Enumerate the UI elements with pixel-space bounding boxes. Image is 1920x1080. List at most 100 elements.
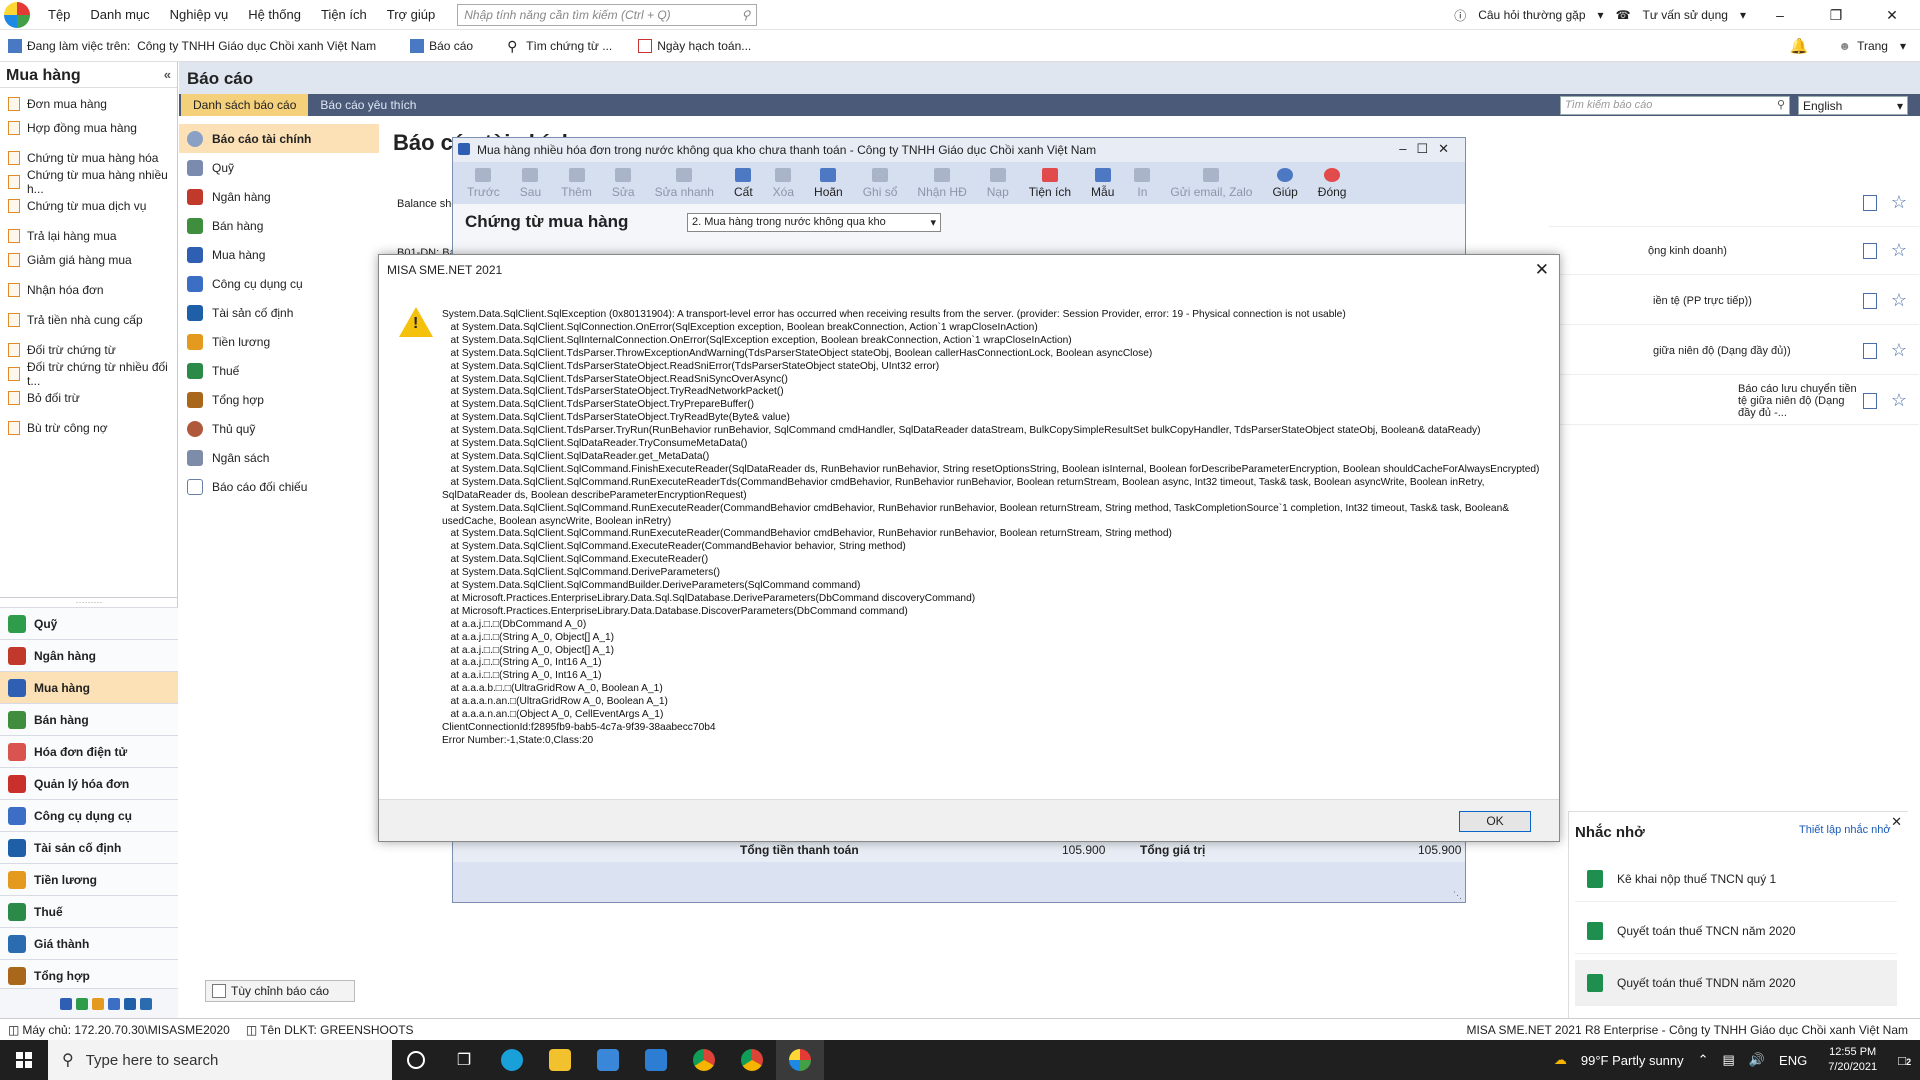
feature-search-input[interactable]: Nhập tính năng cần tìm kiếm (Ctrl + Q) ⚲ (457, 3, 758, 26)
view-report-icon[interactable] (1862, 392, 1877, 409)
close-button[interactable]: ✕ (1870, 7, 1914, 24)
sidebar-item-purchase-discount[interactable]: Giảm giá hàng mua (0, 248, 177, 272)
chrome-app[interactable] (680, 1040, 728, 1080)
category-general[interactable]: Tổng hợp (179, 385, 379, 414)
category-budget[interactable]: Ngân sách (179, 443, 379, 472)
chevron-up-icon[interactable]: ⌃ (1698, 1052, 1709, 1068)
sidebar-item-debt-clearing[interactable]: Bù trừ công nợ (0, 416, 177, 440)
search-icon[interactable]: ⚲ (1777, 98, 1785, 111)
restore-button[interactable]: ❐ (1814, 7, 1858, 24)
consult-link[interactable]: Tư vấn sử dụng (1643, 8, 1728, 22)
resize-grip-icon[interactable]: ⋱ (1453, 890, 1462, 901)
sidebar-item-offset-multi[interactable]: Đối trừ chứng từ nhiều đối t... (0, 360, 177, 388)
shortcut-icon[interactable] (140, 997, 152, 1010)
star-icon[interactable]: ☆ (1891, 240, 1907, 261)
report-search-input[interactable]: Tìm kiếm báo cáo ⚲ (1560, 96, 1790, 115)
toolbar-receive-invoice-button[interactable]: Nhận HĐ (907, 167, 976, 199)
posting-date-link[interactable]: Ngày hạch toán... (657, 39, 751, 53)
toolbar-next-button[interactable]: Sau (510, 167, 551, 199)
module-tools[interactable]: Công cụ dụng cụ (0, 799, 178, 831)
star-icon[interactable]: ☆ (1891, 192, 1907, 213)
start-button[interactable] (0, 1040, 48, 1080)
reminder-item[interactable]: Kê khai nộp thuế TNCN quý 1 (1575, 856, 1897, 902)
category-bank[interactable]: Ngân hàng (179, 182, 379, 211)
category-financial[interactable]: Báo cáo tài chính (179, 124, 379, 153)
language-indicator[interactable]: ENG (1779, 1053, 1807, 1068)
reminder-item[interactable]: Quyết toán thuế TNDN năm 2020 (1575, 960, 1897, 1006)
chevron-down-icon[interactable]: ▾ (930, 216, 936, 229)
toolbar-utilities-button[interactable]: Tiện ích (1019, 167, 1081, 199)
task-view-button[interactable]: ❐ (440, 1040, 488, 1080)
splitter-handle[interactable]: ········· (0, 597, 178, 607)
menu-catalog[interactable]: Danh mục (80, 0, 159, 30)
view-report-icon[interactable] (1862, 342, 1877, 359)
purchase-type-select[interactable]: 2. Mua hàng trong nước không qua kho ▾ (687, 212, 941, 232)
minimize-button[interactable]: – (1399, 141, 1416, 156)
category-treasurer[interactable]: Thủ quỹ (179, 414, 379, 443)
toolbar-send-email-button[interactable]: Gửi email, Zalo (1160, 167, 1262, 199)
chrome-app-2[interactable] (728, 1040, 776, 1080)
shortcut-icon[interactable] (92, 997, 104, 1010)
user-name[interactable]: Trang (1857, 39, 1888, 53)
bell-icon[interactable]: 🔔 (1790, 37, 1809, 55)
tab-report-list[interactable]: Danh sách báo cáo (181, 94, 309, 116)
sidebar-item-multi-purchase[interactable]: Chứng từ mua hàng nhiều h... (0, 168, 177, 196)
sidebar-item-service-purchase[interactable]: Chứng từ mua dịch vụ (0, 194, 177, 218)
star-icon[interactable]: ☆ (1891, 340, 1907, 361)
module-tax[interactable]: Thuế (0, 895, 178, 927)
customize-report-button[interactable]: Tùy chỉnh báo cáo (205, 980, 355, 1002)
report-link[interactable]: Báo cáo (429, 39, 473, 53)
module-fixed-assets[interactable]: Tài sản cố định (0, 831, 178, 863)
find-document-link[interactable]: Tìm chứng từ ... (526, 39, 612, 53)
menu-system[interactable]: Hệ thống (238, 0, 311, 30)
view-report-icon[interactable] (1862, 292, 1877, 309)
toolbar-template-button[interactable]: Mẫu (1081, 167, 1124, 199)
report-row[interactable]: giữa niên độ (Dạng đầy đủ)) ☆ (1549, 327, 1919, 375)
maximize-button[interactable]: ☐ (1416, 141, 1438, 156)
sidebar-item-receive-invoice[interactable]: Nhận hóa đơn (0, 278, 177, 302)
toolbar-quick-edit-button[interactable]: Sửa nhanh (645, 167, 724, 199)
toolbar-add-button[interactable]: Thêm (551, 167, 602, 199)
company-name[interactable]: Công ty TNHH Giáo dục Chồi xanh Việt Nam (137, 39, 376, 53)
chevron-down-icon[interactable]: ▾ (1900, 39, 1906, 53)
cortana-button[interactable] (392, 1040, 440, 1080)
menu-file[interactable]: Tệp (38, 0, 80, 30)
category-sales[interactable]: Bán hàng (179, 211, 379, 240)
module-purchase[interactable]: Mua hàng (0, 671, 178, 703)
menu-help[interactable]: Trợ giúp (377, 0, 446, 30)
weather-text[interactable]: 99°F Partly sunny (1581, 1053, 1684, 1068)
notification-button[interactable]: □ 2 (1898, 1053, 1911, 1068)
module-payroll[interactable]: Tiền lương (0, 863, 178, 895)
menu-operations[interactable]: Nghiệp vụ (160, 0, 239, 30)
close-icon[interactable]: ✕ (1891, 814, 1902, 830)
shortcut-icon[interactable] (60, 997, 72, 1010)
module-cash[interactable]: Quỹ (0, 607, 178, 639)
toolbar-edit-button[interactable]: Sửa (602, 167, 645, 199)
close-button[interactable]: ✕ (1438, 141, 1459, 156)
chevron-down-icon[interactable]: ▾ (1598, 8, 1604, 22)
category-reconciliation[interactable]: Báo cáo đối chiếu (179, 472, 379, 501)
star-icon[interactable]: ☆ (1891, 290, 1907, 311)
module-invoice-management[interactable]: Quản lý hóa đơn (0, 767, 178, 799)
shortcut-icon[interactable] (124, 997, 136, 1010)
sidebar-item-purchase-return[interactable]: Trả lại hàng mua (0, 224, 177, 248)
report-row[interactable]: iền tệ (PP trực tiếp)) ☆ (1549, 277, 1919, 325)
module-costing[interactable]: Giá thành (0, 927, 178, 959)
store-app[interactable] (584, 1040, 632, 1080)
toolbar-close-button[interactable]: Đóng (1308, 167, 1357, 199)
report-row[interactable]: Báo cáo lưu chuyển tiền tệ giữa niên độ … (1549, 377, 1919, 425)
shortcut-icon[interactable] (108, 997, 120, 1010)
volume-icon[interactable]: 🔊 (1749, 1052, 1765, 1068)
module-bank[interactable]: Ngân hàng (0, 639, 178, 671)
shortcut-icon[interactable] (76, 997, 88, 1010)
taskbar-search-input[interactable]: ⚲ Type here to search (48, 1040, 392, 1080)
toolbar-delete-button[interactable]: Xóa (763, 167, 804, 199)
toolbar-prev-button[interactable]: Trước (457, 167, 510, 199)
category-payroll[interactable]: Tiền lương (179, 327, 379, 356)
toolbar-post-button[interactable]: Ghi sổ (853, 167, 908, 199)
sidebar-item-pay-supplier[interactable]: Trả tiền nhà cung cấp (0, 308, 177, 332)
sidebar-item-remove-offset[interactable]: Bỏ đối trừ (0, 386, 177, 410)
faq-link[interactable]: Câu hỏi thường gặp (1478, 8, 1585, 22)
network-icon[interactable]: ▤ (1723, 1052, 1735, 1068)
minimize-button[interactable]: – (1758, 7, 1802, 23)
